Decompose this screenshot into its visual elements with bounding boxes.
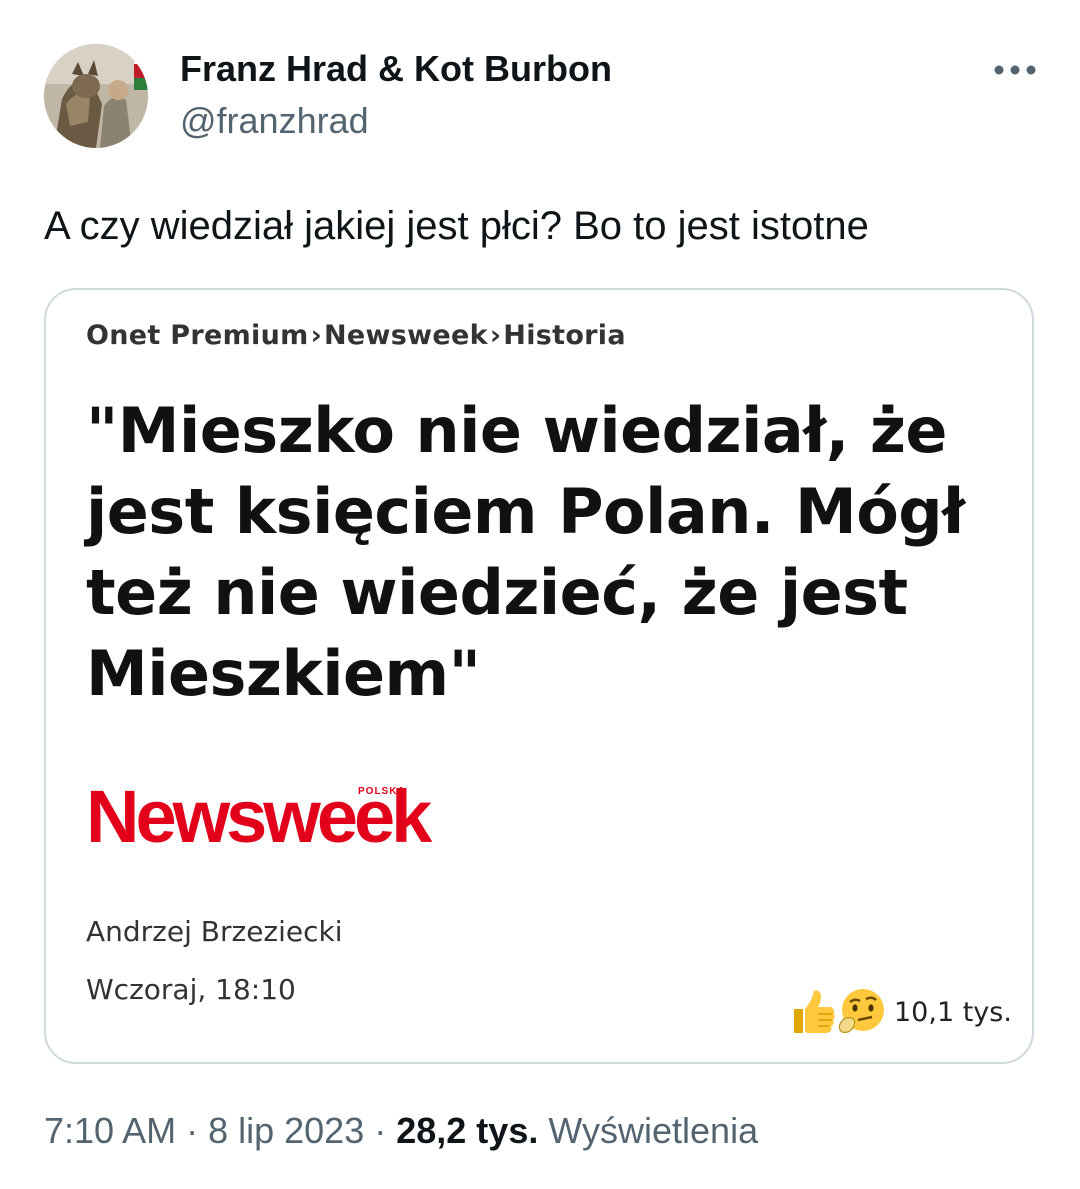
views-label[interactable]: Wyświetlenia: [548, 1110, 758, 1151]
breadcrumb-item: Onet Premium: [86, 320, 309, 351]
author-handle[interactable]: @franzhrad: [180, 98, 369, 144]
views-count[interactable]: 28,2 tys.: [396, 1110, 538, 1151]
breadcrumb-separator: ›: [310, 320, 322, 351]
breadcrumb: Onet Premium›Newsweek›Historia: [86, 318, 626, 354]
tweet-media-image[interactable]: Onet Premium›Newsweek›Historia "Mieszko …: [44, 288, 1034, 1064]
avatar[interactable]: [44, 44, 148, 148]
breadcrumb-separator: ›: [489, 320, 502, 351]
article-headline: "Mieszko nie wiedział, że jest księciem …: [86, 394, 965, 710]
avatar-image: [44, 44, 148, 148]
article-date: Wczoraj, 18:10: [86, 973, 296, 1006]
newsweek-logo-subtext: POLSKA: [358, 786, 406, 797]
article-author: Andrzej Brzeziecki: [86, 915, 343, 948]
author-display-name[interactable]: Franz Hrad & Kot Burbon: [180, 46, 612, 92]
breadcrumb-item: Newsweek: [324, 320, 488, 351]
meta-separator: ·: [186, 1110, 199, 1151]
thinking-face-icon: [838, 989, 884, 1033]
tweet-date[interactable]: 8 lip 2023: [208, 1110, 364, 1151]
more-dots-icon: [994, 65, 1036, 75]
tweet-text: A czy wiedział jakiej jest płci? Bo to j…: [44, 204, 869, 248]
tweet-time[interactable]: 7:10 AM: [44, 1110, 176, 1151]
reactions: 10,1 tys.: [790, 986, 1012, 1038]
reaction-count: 10,1 tys.: [894, 996, 1012, 1028]
thumbs-up-icon: [794, 990, 835, 1033]
more-options-button[interactable]: [988, 52, 1042, 88]
meta-separator: ·: [374, 1110, 387, 1151]
breadcrumb-item: Historia: [503, 320, 626, 351]
newsweek-logo: Newsweek POLSKA: [86, 780, 476, 854]
tweet-meta: 7:10 AM · 8 lip 2023 · 28,2 tys. Wyświetleni…: [44, 1108, 758, 1154]
